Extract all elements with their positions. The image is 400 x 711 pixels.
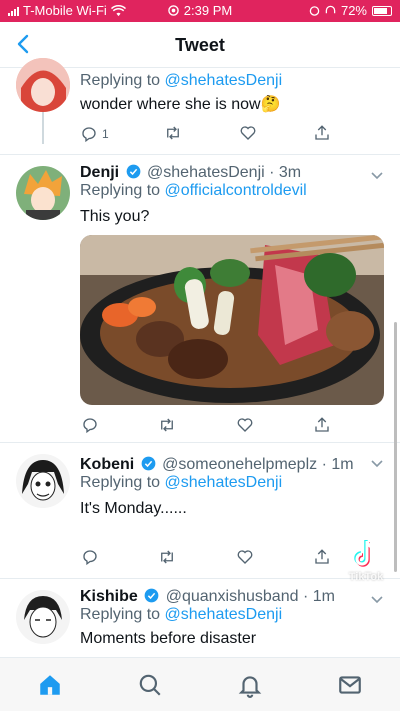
tweet-header: Kobeni @someonehelpmeplz · 1m bbox=[80, 456, 370, 474]
reply-button[interactable]: 1 bbox=[80, 124, 109, 144]
location-icon bbox=[168, 5, 179, 16]
chevron-down-icon[interactable] bbox=[370, 592, 384, 606]
handle[interactable]: @quanxishusband bbox=[166, 588, 299, 605]
home-icon[interactable] bbox=[37, 672, 63, 698]
tweet-actions bbox=[80, 548, 332, 568]
avatar-image bbox=[16, 58, 70, 112]
handle[interactable]: @someonehelpmeplz bbox=[162, 456, 317, 473]
divider bbox=[0, 154, 400, 155]
timestamp: · 1m bbox=[321, 456, 354, 473]
reply-to-label: Replying to bbox=[80, 182, 161, 199]
timestamp: · 1m bbox=[302, 588, 335, 605]
status-bar: T-Mobile Wi-Fi 2:39 PM 72% bbox=[0, 0, 400, 22]
chevron-down-icon[interactable] bbox=[370, 168, 384, 182]
retweet-icon[interactable] bbox=[157, 416, 177, 434]
tweet-media[interactable] bbox=[80, 235, 384, 405]
media-image bbox=[80, 235, 384, 405]
mention-link[interactable]: @shehatesDenji bbox=[165, 72, 283, 89]
handle[interactable]: @shehatesDenji bbox=[147, 164, 265, 181]
status-time: 2:39 PM bbox=[183, 3, 233, 18]
reply-to: Replying to @officialcontroldevil bbox=[80, 182, 370, 200]
avatar[interactable] bbox=[16, 58, 70, 112]
share-icon[interactable] bbox=[312, 124, 332, 142]
retweet-icon[interactable] bbox=[157, 548, 177, 566]
divider bbox=[0, 578, 400, 579]
reply-icon bbox=[82, 127, 96, 143]
like-icon[interactable] bbox=[238, 124, 258, 142]
tweet-body: Kobeni @someonehelpmeplz · 1m Replying t… bbox=[80, 456, 370, 518]
divider bbox=[0, 442, 400, 443]
chevron-down-icon[interactable] bbox=[370, 456, 384, 470]
mention-link[interactable]: @shehatesDenji bbox=[165, 606, 283, 623]
tiktok-watermark: TikTok bbox=[344, 538, 388, 583]
reply-to: Replying to @shehatesDenji bbox=[80, 474, 370, 492]
tweet-header: Kishibe @quanxishusband · 1m bbox=[80, 588, 370, 606]
tweet-body: Denji @shehatesDenji · 3m Replying to @o… bbox=[80, 164, 370, 226]
tiktok-logo-icon bbox=[354, 540, 377, 567]
avatar-image bbox=[16, 166, 70, 220]
avatar[interactable] bbox=[16, 590, 70, 644]
tweet-text: This you? bbox=[80, 208, 150, 225]
tweet-item[interactable]: Replying to @shehatesDenji wonder where … bbox=[0, 58, 400, 158]
messages-icon[interactable] bbox=[337, 672, 363, 698]
tweet-actions: 1 bbox=[80, 124, 332, 144]
avatar-image bbox=[16, 590, 70, 644]
reply-to-label: Replying to bbox=[80, 474, 161, 491]
reply-to-label: Replying to bbox=[80, 606, 161, 623]
verified-icon bbox=[144, 588, 159, 603]
display-name[interactable]: Kobeni bbox=[80, 456, 134, 473]
like-icon[interactable] bbox=[235, 548, 255, 566]
tweet-body: Kishibe @quanxishusband · 1m Replying to… bbox=[80, 588, 370, 648]
tweet-body: Replying to @shehatesDenji wonder where … bbox=[80, 72, 282, 114]
display-name[interactable]: Denji bbox=[80, 164, 119, 181]
tweet-item[interactable]: Kobeni @someonehelpmeplz · 1m Replying t… bbox=[0, 446, 400, 576]
search-icon[interactable] bbox=[137, 672, 163, 698]
tab-bar bbox=[0, 657, 400, 711]
notifications-icon[interactable] bbox=[237, 672, 263, 698]
timestamp: · 3m bbox=[269, 164, 302, 181]
display-name[interactable]: Kishibe bbox=[80, 588, 138, 605]
tiktok-label: TikTok bbox=[348, 571, 384, 583]
reply-count: 1 bbox=[102, 127, 109, 141]
header: Tweet bbox=[0, 22, 400, 68]
like-icon[interactable] bbox=[235, 416, 255, 434]
headphones-icon bbox=[325, 5, 336, 14]
reply-icon[interactable] bbox=[80, 548, 100, 566]
scrollbar[interactable] bbox=[394, 322, 397, 572]
tweet-text: wonder where she is now🤔 bbox=[80, 96, 281, 113]
avatar[interactable] bbox=[16, 454, 70, 508]
mention-link[interactable]: @officialcontroldevil bbox=[165, 182, 307, 199]
verified-icon bbox=[141, 456, 156, 471]
tweet-item[interactable]: Denji @shehatesDenji · 3m Replying to @o… bbox=[0, 158, 400, 440]
reply-to-label: Replying to bbox=[80, 72, 161, 89]
mention-link[interactable]: @shehatesDenji bbox=[165, 474, 283, 491]
alarm-icon bbox=[309, 6, 320, 16]
battery-group: 72% bbox=[309, 3, 392, 18]
tweet-text: It's Monday...... bbox=[80, 500, 187, 517]
share-icon[interactable] bbox=[312, 548, 332, 566]
verified-icon bbox=[126, 164, 140, 179]
tweet-actions bbox=[80, 416, 332, 436]
thread-line bbox=[42, 112, 44, 144]
reply-icon[interactable] bbox=[80, 416, 100, 434]
tweet-item[interactable]: Kishibe @quanxishusband · 1m Replying to… bbox=[0, 582, 400, 657]
page-title: Tweet bbox=[175, 35, 225, 55]
reply-to: Replying to @shehatesDenji bbox=[80, 606, 370, 624]
avatar[interactable] bbox=[16, 166, 70, 220]
share-icon[interactable] bbox=[312, 416, 332, 434]
tweet-text: Moments before disaster bbox=[80, 630, 257, 647]
battery-icon bbox=[372, 5, 392, 16]
retweet-icon[interactable] bbox=[163, 124, 183, 142]
battery-percent: 72% bbox=[340, 3, 367, 18]
reply-to: Replying to @shehatesDenji bbox=[80, 72, 282, 90]
tweet-header: Denji @shehatesDenji · 3m bbox=[80, 164, 370, 182]
avatar-image bbox=[16, 454, 70, 508]
